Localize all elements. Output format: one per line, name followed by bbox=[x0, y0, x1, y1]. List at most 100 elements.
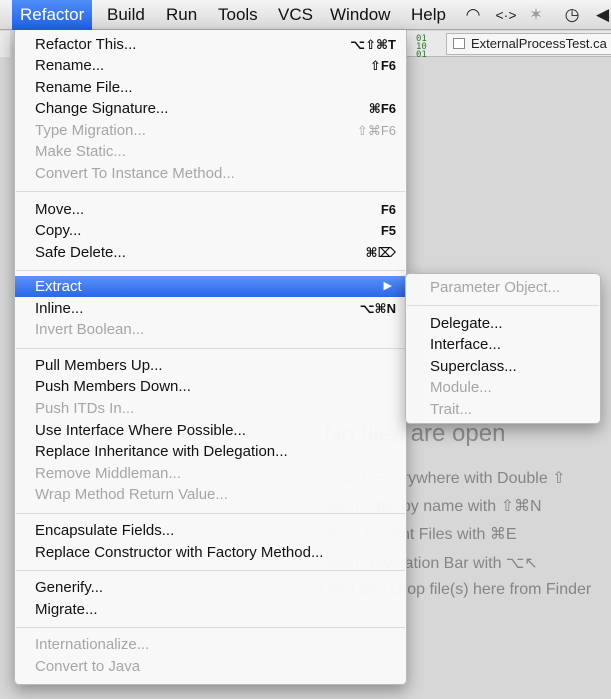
menu-item-replace-constructor-with-factory-method[interactable]: Replace Constructor with Factory Method.… bbox=[15, 542, 406, 563]
menu-separator bbox=[16, 570, 405, 571]
menu-item-push-members-down[interactable]: Push Members Down... bbox=[15, 376, 406, 397]
submenu-item-label: Parameter Object... bbox=[430, 279, 561, 296]
wifi-icon[interactable]: ◠ bbox=[460, 0, 486, 30]
editor-tab[interactable]: ExternalProcessTest.ca bbox=[446, 33, 611, 55]
submenu-item-label: Interface... bbox=[430, 336, 501, 353]
menu-item-shortcut: ⌥⌘N bbox=[359, 301, 396, 316]
submenu-item-module: Module... bbox=[406, 377, 600, 398]
menubar-refactor[interactable]: Refactor bbox=[12, 0, 93, 30]
menu-item-label: Type Migration... bbox=[35, 122, 146, 139]
menu-item-label: Generify... bbox=[35, 579, 104, 596]
time-machine-icon[interactable]: ◷ bbox=[560, 0, 584, 30]
menu-item-move[interactable]: Move... F6 bbox=[15, 199, 406, 220]
menu-item-label: Replace Inheritance with Delegation... bbox=[35, 443, 288, 460]
menu-item-pull-members-up[interactable]: Pull Members Up... bbox=[15, 355, 406, 376]
menu-item-label: Encapsulate Fields... bbox=[35, 522, 175, 539]
submenu-item-label: Delegate... bbox=[430, 315, 503, 332]
menubar-help[interactable]: Help bbox=[403, 0, 454, 30]
menu-item-shortcut: ⌥⇧⌘T bbox=[350, 37, 396, 52]
left-strip bbox=[0, 31, 10, 57]
menu-item-label: Wrap Method Return Value... bbox=[35, 486, 228, 503]
extract-submenu: Parameter Object... Delegate... Interfac… bbox=[405, 273, 601, 424]
menu-item-label: Migrate... bbox=[35, 601, 98, 618]
menu-separator bbox=[16, 270, 405, 271]
menu-item-shortcut: ⌘F6 bbox=[368, 101, 396, 116]
menu-item-use-interface-where-possible[interactable]: Use Interface Where Possible... bbox=[15, 420, 406, 441]
menu-item-shortcut: F5 bbox=[380, 223, 396, 238]
submenu-item-superclass[interactable]: Superclass... bbox=[406, 356, 600, 377]
menu-separator bbox=[16, 348, 405, 349]
menu-item-rename[interactable]: Rename... ⇧F6 bbox=[15, 55, 406, 76]
menu-item-label: Internationalize... bbox=[35, 636, 150, 653]
menu-item-label: Inline... bbox=[35, 300, 84, 317]
menu-item-safe-delete[interactable]: Safe Delete... ⌘⌦ bbox=[15, 242, 406, 263]
menu-item-label: Rename... bbox=[35, 57, 105, 74]
submenu-arrow-icon: ▶ bbox=[383, 280, 392, 292]
refactor-menu: Refactor This... ⌥⇧⌘T Rename... ⇧F6 Rename… bbox=[14, 30, 407, 685]
menu-item-migrate[interactable]: Migrate... bbox=[15, 599, 406, 620]
menu-item-label: Refactor This... bbox=[35, 36, 137, 53]
menu-item-internationalize: Internationalize... bbox=[15, 634, 406, 655]
menu-item-wrap-method-return-value: Wrap Method Return Value... bbox=[15, 484, 406, 505]
submenu-item-label: Trait... bbox=[430, 401, 472, 418]
menu-item-label: Push ITDs In... bbox=[35, 400, 135, 417]
menu-item-label: Extract bbox=[35, 278, 82, 295]
menu-item-replace-inheritance-with-delegation[interactable]: Replace Inheritance with Delegation... bbox=[15, 441, 406, 462]
menu-item-label: Change Signature... bbox=[35, 100, 169, 117]
menu-separator bbox=[16, 513, 405, 514]
menu-item-label: Remove Middleman... bbox=[35, 465, 181, 482]
editor-tab-bar: 01 10 01 ExternalProcessTest.ca bbox=[406, 31, 611, 60]
menubar-run[interactable]: Run bbox=[158, 0, 205, 30]
menu-item-remove-middleman: Remove Middleman... bbox=[15, 463, 406, 484]
submenu-item-trait: Trait... bbox=[406, 399, 600, 420]
code-arrows-icon[interactable]: <·> bbox=[492, 0, 520, 30]
menu-item-shortcut: ⇧⌘F6 bbox=[356, 123, 396, 138]
menu-item-label: Convert to Java bbox=[35, 658, 141, 675]
volume-icon[interactable]: ◀ bbox=[594, 0, 611, 30]
menu-item-label: Rename File... bbox=[35, 79, 133, 96]
menu-item-shortcut: ⌘⌦ bbox=[365, 245, 396, 260]
menu-item-convert-to-instance-method: Convert To Instance Method... bbox=[15, 163, 406, 184]
menu-item-convert-to-java: Convert to Java bbox=[15, 656, 406, 677]
menu-item-change-signature[interactable]: Change Signature... ⌘F6 bbox=[15, 98, 406, 119]
menu-item-label: Move... bbox=[35, 201, 85, 218]
file-icon bbox=[453, 38, 465, 49]
menu-item-invert-boolean: Invert Boolean... bbox=[15, 319, 406, 340]
menu-item-label: Make Static... bbox=[35, 143, 126, 160]
editor-tab-label: ExternalProcessTest.ca bbox=[471, 36, 607, 51]
menu-item-copy[interactable]: Copy... F5 bbox=[15, 220, 406, 241]
menu-item-label: Safe Delete... bbox=[35, 244, 126, 261]
binary-file-icon: 01 10 01 bbox=[416, 34, 427, 60]
menu-item-make-static: Make Static... bbox=[15, 141, 406, 162]
submenu-item-label: Superclass... bbox=[430, 358, 517, 375]
menu-item-encapsulate-fields[interactable]: Encapsulate Fields... bbox=[15, 520, 406, 541]
menu-separator bbox=[16, 191, 405, 192]
menubar-tools[interactable]: Tools bbox=[210, 0, 266, 30]
menu-bar: Refactor Build Run Tools VCS Window Help… bbox=[0, 0, 611, 30]
bluetooth-icon[interactable]: ✶ bbox=[526, 0, 546, 30]
menu-item-shortcut: ⇧F6 bbox=[369, 58, 396, 73]
menu-item-label: Pull Members Up... bbox=[35, 357, 163, 374]
menu-item-type-migration: Type Migration... ⇧⌘F6 bbox=[15, 120, 406, 141]
submenu-item-delegate[interactable]: Delegate... bbox=[406, 313, 600, 334]
submenu-item-label: Module... bbox=[430, 379, 492, 396]
menu-item-generify[interactable]: Generify... bbox=[15, 577, 406, 598]
menu-item-inline[interactable]: Inline... ⌥⌘N bbox=[15, 298, 406, 319]
menu-item-label: Convert To Instance Method... bbox=[35, 165, 235, 182]
menu-item-extract[interactable]: Extract ▶ bbox=[15, 276, 406, 297]
menu-item-label: Copy... bbox=[35, 222, 82, 239]
menubar-window[interactable]: Window bbox=[322, 0, 398, 30]
menu-item-rename-file[interactable]: Rename File... bbox=[15, 77, 406, 98]
menu-item-shortcut: F6 bbox=[380, 202, 396, 217]
menu-item-label: Invert Boolean... bbox=[35, 321, 145, 338]
menu-item-label: Push Members Down... bbox=[35, 378, 191, 395]
menu-item-refactor-this[interactable]: Refactor This... ⌥⇧⌘T bbox=[15, 34, 406, 55]
menubar-vcs[interactable]: VCS bbox=[270, 0, 321, 30]
menu-item-label: Replace Constructor with Factory Method.… bbox=[35, 544, 324, 561]
menu-item-push-itds-in: Push ITDs In... bbox=[15, 398, 406, 419]
submenu-item-parameter-object: Parameter Object... bbox=[406, 277, 600, 298]
menu-item-label: Use Interface Where Possible... bbox=[35, 422, 246, 439]
menu-separator bbox=[16, 627, 405, 628]
menubar-build[interactable]: Build bbox=[99, 0, 153, 30]
submenu-item-interface[interactable]: Interface... bbox=[406, 334, 600, 355]
